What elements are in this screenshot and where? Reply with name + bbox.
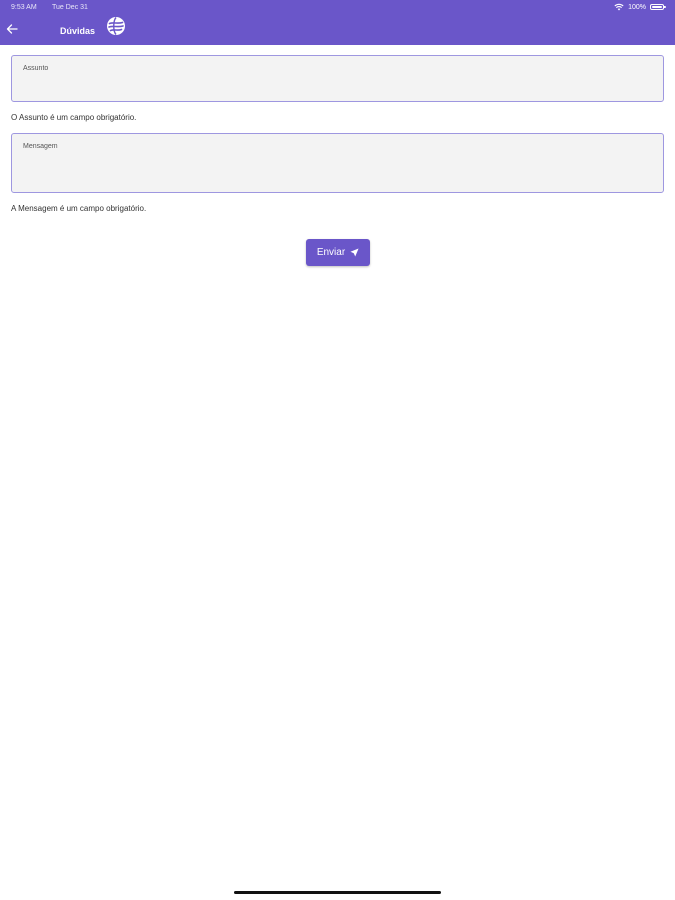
subject-label: Assunto [23, 65, 49, 72]
message-error-text: A Mensagem é um campo obrigatório. [11, 204, 147, 213]
paper-plane-icon [350, 248, 359, 257]
subject-error-text: O Assunto é um campo obrigatório. [11, 113, 137, 122]
battery-percentage: 100% [628, 3, 646, 11]
globe-logo-icon [105, 15, 127, 37]
send-button[interactable]: Enviar [306, 239, 370, 266]
subject-input[interactable]: Assunto [11, 55, 664, 102]
app-header: 9:53 AM Tue Dec 31 100% Dúvidas [0, 0, 675, 45]
status-date: Tue Dec 31 [52, 4, 88, 11]
page-title: Dúvidas [60, 26, 96, 36]
home-indicator[interactable] [234, 891, 441, 894]
send-button-label: Enviar [316, 247, 346, 258]
status-time: 9:53 AM [11, 4, 37, 11]
message-label: Mensagem [23, 143, 58, 150]
status-indicators: 100% [614, 3, 666, 11]
arrow-left-icon [6, 24, 18, 34]
wifi-icon [614, 3, 624, 11]
back-button[interactable] [4, 21, 20, 37]
battery-icon [650, 4, 666, 10]
message-input[interactable]: Mensagem [11, 133, 664, 193]
